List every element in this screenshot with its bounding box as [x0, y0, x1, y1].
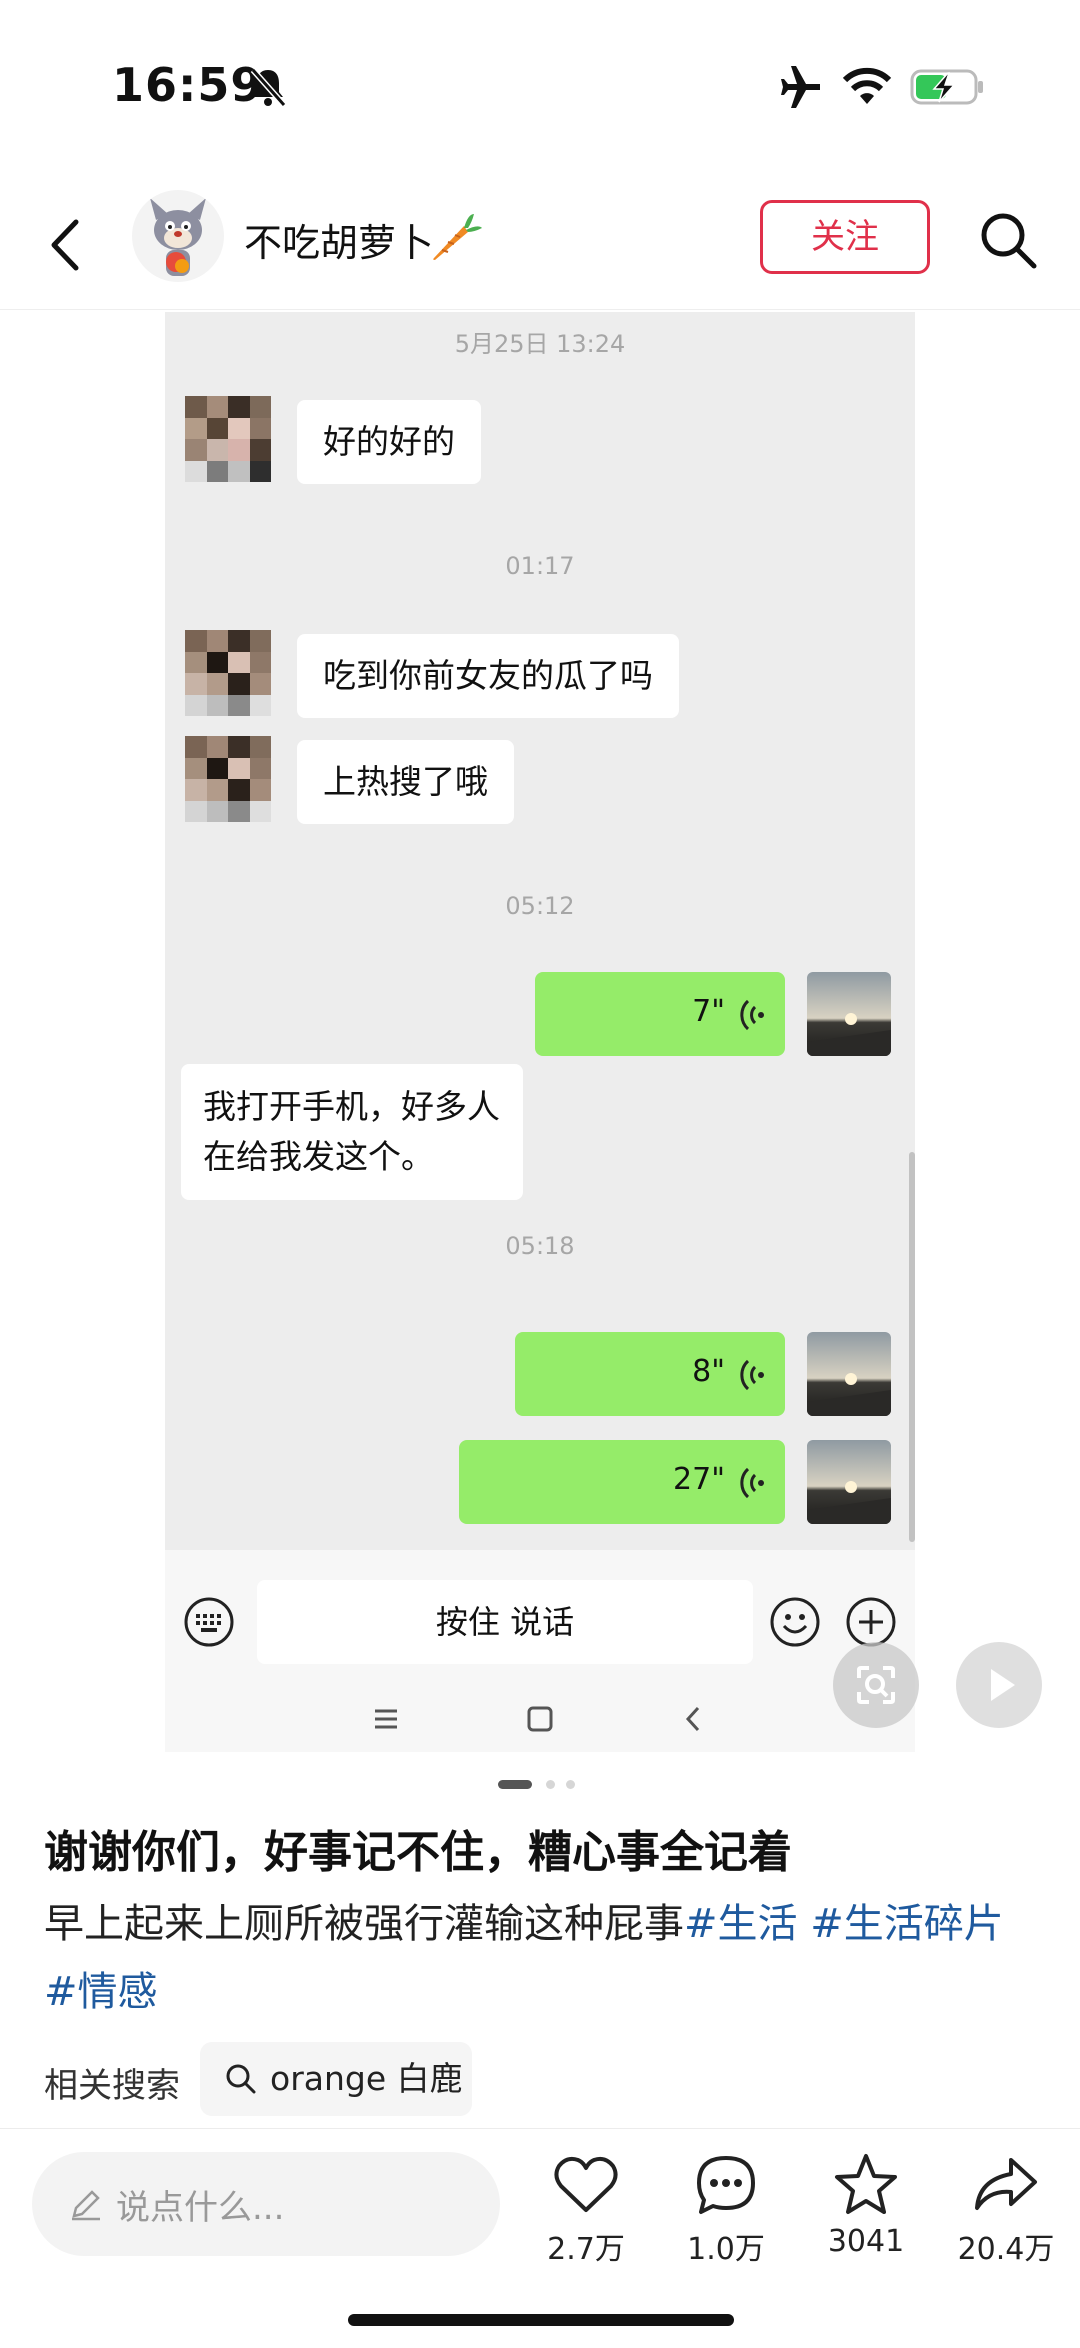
emoji-icon[interactable]: [769, 1596, 821, 1648]
own-avatar: [807, 1440, 891, 1524]
voice-duration: 7": [692, 994, 725, 1029]
image-search-button[interactable]: [833, 1642, 919, 1728]
back-arrow-icon[interactable]: [40, 210, 100, 280]
related-search-query: orange 白鹿: [270, 2059, 463, 2098]
hold-to-talk-button[interactable]: 按住 说话: [257, 1580, 753, 1664]
comment-input[interactable]: 说点什么...: [32, 2152, 500, 2256]
hashtag-link[interactable]: #生活: [684, 1901, 798, 1947]
lens-scan-icon: [857, 1666, 895, 1704]
author-name[interactable]: 不吃胡萝卜: [244, 212, 434, 267]
chat-scrollbar[interactable]: [909, 1152, 915, 1542]
post-title: 谢谢你们，好事记不住，糟心事全记着: [44, 1827, 792, 1878]
favorite-button[interactable]: 3041: [806, 2150, 926, 2280]
search-icon: [226, 2064, 256, 2094]
like-count: 2.7万: [547, 2232, 625, 2267]
status-time: 16:59: [112, 58, 264, 112]
voice-message[interactable]: 8": [515, 1332, 785, 1416]
share-button[interactable]: 20.4万: [946, 2150, 1066, 2280]
pixelated-avatar: [185, 630, 271, 716]
status-bar: 16:59: [0, 0, 1080, 170]
own-avatar: [807, 1332, 891, 1416]
chat-screenshot[interactable]: 5月25日 13:24 好的好的 01:17 吃到你前女友的瓜了吗 上热搜了哦 …: [165, 312, 915, 1752]
author-avatar[interactable]: [132, 190, 224, 282]
post-body-text: 早上起来上厕所被强行灌输这种屁事: [44, 1901, 684, 1947]
follow-button[interactable]: 关注: [760, 200, 930, 274]
menu-nav-icon[interactable]: [369, 1702, 403, 1736]
post-header: 不吃胡萝卜 关注: [0, 190, 1080, 310]
carousel-indicator: [498, 1780, 588, 1790]
related-search-chip[interactable]: orange 白鹿: [200, 2042, 472, 2116]
voice-wave-icon: [740, 1359, 764, 1391]
play-icon: [991, 1669, 1015, 1701]
chat-input-bar: 按住 说话: [165, 1550, 915, 1752]
heart-icon: [554, 2156, 618, 2212]
chat-timestamp: 5月25日 13:24: [454, 330, 626, 358]
voice-message[interactable]: 27": [459, 1440, 785, 1524]
incoming-message: 吃到你前女友的瓜了吗: [297, 634, 679, 718]
keyboard-icon[interactable]: [183, 1596, 235, 1648]
share-count: 20.4万: [957, 2232, 1055, 2267]
search-icon[interactable]: [976, 208, 1040, 272]
comment-count: 1.0万: [687, 2232, 765, 2267]
chat-timestamp: 05:12: [505, 892, 575, 920]
chat-timestamp: 05:18: [505, 1232, 575, 1260]
hashtag-link[interactable]: #情感: [44, 1969, 158, 2015]
voice-duration: 8": [692, 1354, 725, 1389]
voice-wave-icon: [740, 999, 764, 1031]
bell-muted-icon: [250, 68, 287, 107]
incoming-message: 好的好的: [297, 400, 481, 484]
home-indicator[interactable]: [348, 2314, 734, 2326]
home-nav-icon[interactable]: [523, 1702, 557, 1736]
pixelated-avatar: [185, 736, 271, 822]
cat-cartoon-icon: [150, 198, 206, 276]
comment-placeholder: 说点什么...: [116, 2188, 285, 2228]
play-button[interactable]: [956, 1642, 1042, 1728]
back-nav-icon[interactable]: [677, 1702, 711, 1736]
voice-duration: 27": [673, 1462, 725, 1497]
related-search-label: 相关搜索: [44, 2066, 180, 2106]
pencil-icon: [72, 2190, 100, 2221]
voice-wave-icon: [740, 1467, 764, 1499]
wifi-icon: [842, 67, 892, 104]
incoming-message: 我打开手机，好多人在给我发这个。: [181, 1064, 523, 1200]
hashtag-link[interactable]: #生活碎片: [810, 1901, 1004, 1947]
like-button[interactable]: 2.7万: [526, 2150, 646, 2280]
airplane-mode-icon: [781, 66, 820, 108]
plus-icon[interactable]: [845, 1596, 897, 1648]
post-body: 早上起来上厕所被强行灌输这种屁事#生活 #生活碎片 #情感: [44, 1890, 1034, 2026]
carousel-dot: [546, 1780, 555, 1789]
own-avatar: [807, 972, 891, 1056]
carrot-emoji-icon: [433, 214, 482, 260]
comment-bubble-icon: [697, 2156, 755, 2214]
pixelated-avatar: [185, 396, 271, 482]
share-arrow-icon: [975, 2158, 1037, 2210]
incoming-message: 上热搜了哦: [297, 740, 514, 824]
carousel-dot-active: [498, 1780, 532, 1789]
favorite-count: 3041: [827, 2224, 905, 2259]
chat-timestamp: 01:17: [505, 552, 575, 580]
carousel-dot: [566, 1780, 575, 1789]
comment-button[interactable]: 1.0万: [666, 2150, 786, 2280]
voice-message[interactable]: 7": [535, 972, 785, 1056]
battery-charging-icon: [910, 69, 983, 105]
divider: [0, 2128, 1080, 2129]
star-icon: [835, 2154, 897, 2214]
